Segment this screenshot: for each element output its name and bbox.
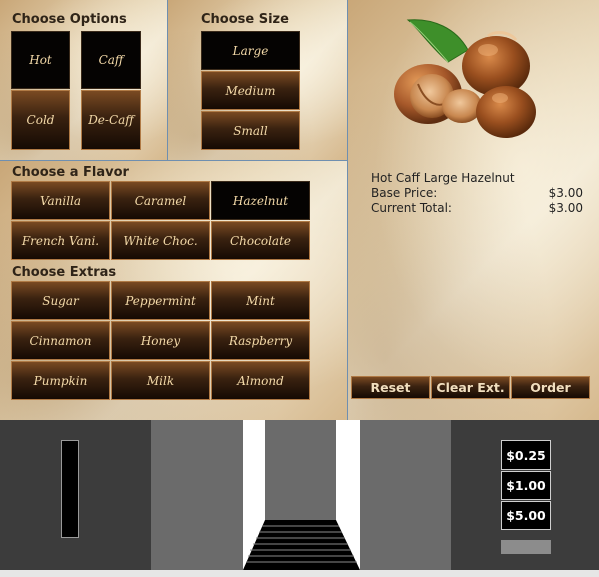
options-heading: Choose Options [12,12,127,27]
extra-sugar-button[interactable]: Sugar [11,281,110,320]
hazelnut-image [394,19,536,138]
flavor-chocolate-button[interactable]: Chocolate [211,221,310,260]
order-description: Hot Caff Large Hazelnut [371,171,515,185]
card-slot [61,440,79,538]
flavor-vanilla-button[interactable]: Vanilla [11,181,110,220]
machine-mid-left-section [151,420,243,570]
coin-five-dollar-button[interactable]: $5.00 [501,501,551,530]
bottom-strip [0,570,599,577]
option-cold-button[interactable]: Cold [11,90,70,150]
option-caff-button[interactable]: Caff [81,31,141,89]
extra-honey-button[interactable]: Honey [111,321,210,360]
extras-heading: Choose Extras [12,265,117,280]
divider-vertical-1 [167,0,168,160]
current-total-value: $3.00 [548,201,583,215]
coin-quarter-button[interactable]: $0.25 [501,440,551,470]
option-hot-button[interactable]: Hot [11,31,70,89]
extra-pumpkin-button[interactable]: Pumpkin [11,361,110,400]
order-button[interactable]: Order [511,376,590,399]
size-large-button[interactable]: Large [201,31,300,70]
size-heading: Choose Size [201,12,289,27]
cup-dispenser [243,420,360,570]
divider-vertical-2 [347,0,348,420]
current-total-label: Current Total: [371,201,452,215]
extra-mint-button[interactable]: Mint [211,281,310,320]
leaf-shape [406,19,469,63]
extra-almond-button[interactable]: Almond [211,361,310,400]
base-price-label: Base Price: [371,186,438,200]
size-medium-button[interactable]: Medium [201,71,300,110]
flavor-heading: Choose a Flavor [12,165,129,180]
extra-cinnamon-button[interactable]: Cinnamon [11,321,110,360]
extra-milk-button[interactable]: Milk [111,361,210,400]
extra-raspberry-button[interactable]: Raspberry [211,321,310,360]
flavor-french-vanilla-button[interactable]: French Vani. [11,221,110,260]
size-small-button[interactable]: Small [201,111,300,150]
flavor-hazelnut-button[interactable]: Hazelnut [211,181,310,220]
clear-extras-button[interactable]: Clear Ext. [431,376,510,399]
extra-peppermint-button[interactable]: Peppermint [111,281,210,320]
coin-one-dollar-button[interactable]: $1.00 [501,471,551,500]
base-price-value: $3.00 [548,186,583,200]
coin-return-slot[interactable] [501,540,551,554]
flavor-white-chocolate-button[interactable]: White Choc. [111,221,210,260]
machine-mid-right-section [360,420,451,570]
option-decaff-button[interactable]: De-Caff [81,90,141,150]
divider-horizontal [0,160,347,161]
flavor-caramel-button[interactable]: Caramel [111,181,210,220]
reset-button[interactable]: Reset [351,376,430,399]
